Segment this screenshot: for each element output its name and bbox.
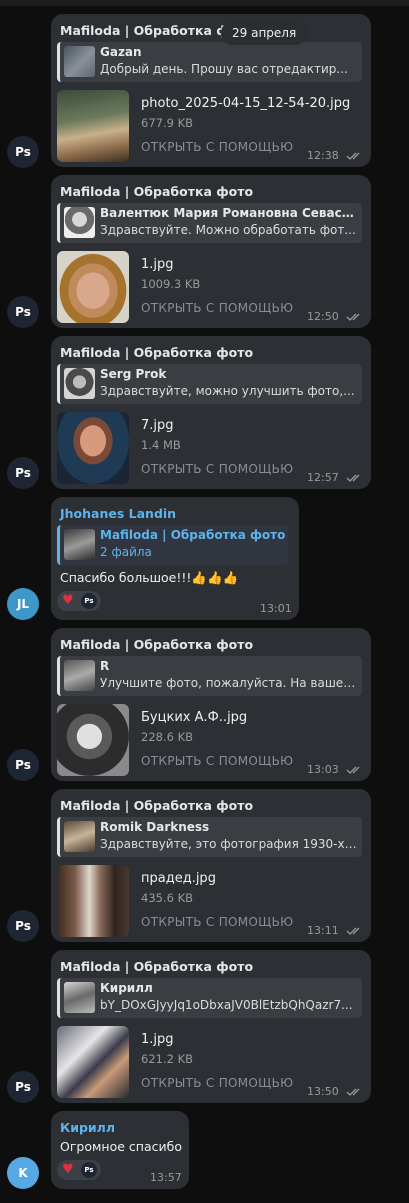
read-ticks-icon — [346, 152, 360, 160]
file-name[interactable]: 1.jpg — [141, 257, 174, 272]
reply-author: Serg Prok — [100, 367, 167, 381]
reply-text: Улучшите фото, пожалуйста. На ваше ... — [100, 676, 358, 690]
open-with-button[interactable]: ОТКРЫТЬ С ПОМОЩЬЮ — [141, 301, 293, 315]
read-ticks-icon — [346, 1088, 360, 1096]
read-ticks-icon — [346, 474, 360, 482]
reply-author: Кирилл — [100, 981, 153, 995]
file-thumbnail[interactable] — [57, 251, 129, 323]
reply-text: Здравствуйте. Можно обработать фот... — [100, 223, 356, 237]
message-text: Огромное спасибо — [60, 1139, 182, 1154]
file-name[interactable]: photo_2025-04-15_12-54-20.jpg — [141, 96, 350, 111]
reply-text: Добрый день. Прошу вас отредактир... — [100, 62, 348, 76]
reply-preview[interactable]: Romik Darkness Здравствуйте, это фотогра… — [57, 817, 362, 857]
reply-text: Здравствуйте, можно улучшить фото,... — [100, 384, 355, 398]
avatar[interactable]: Ps — [7, 749, 39, 781]
file-size: 677.9 KB — [141, 116, 194, 130]
reply-thumbnail — [64, 46, 95, 77]
reaction-avatar: Ps — [81, 1162, 97, 1178]
reaction-avatar: Ps — [81, 593, 97, 609]
sender-name[interactable]: Mafiloda | Обработка фото — [60, 798, 253, 813]
reply-preview[interactable]: Gazan Добрый день. Прошу вас отредактир.… — [57, 42, 362, 82]
sender-name[interactable]: Кирилл — [60, 1120, 115, 1135]
avatar[interactable]: JL — [7, 588, 39, 620]
message-time: 12:50 — [307, 310, 339, 323]
avatar[interactable]: Ps — [7, 457, 39, 489]
sender-name[interactable]: Jhohanes Landin — [60, 506, 176, 521]
file-size: 1009.3 KB — [141, 277, 201, 291]
file-thumbnail[interactable] — [57, 704, 129, 776]
file-thumbnail[interactable] — [57, 412, 129, 484]
message-time: 13:50 — [307, 1085, 339, 1098]
reply-text: Здравствуйте, это фотография 1930-х, ... — [100, 837, 358, 851]
reply-preview[interactable]: R Улучшите фото, пожалуйста. На ваше ... — [57, 656, 362, 696]
reply-text: bY_DOxGJyyJq1oDbxaJV0BlEtzbQhQazr7... — [100, 998, 353, 1012]
avatar[interactable]: K — [7, 1157, 39, 1189]
reply-thumbnail — [64, 821, 95, 852]
sender-name[interactable]: Mafiloda | Обработка фото — [60, 637, 253, 652]
message-time: 13:57 — [150, 1171, 182, 1184]
file-name[interactable]: Буцких А.Ф..jpg — [141, 710, 247, 725]
reply-preview[interactable]: Кирилл bY_DOxGJyyJq1oDbxaJV0BlEtzbQhQazr… — [57, 978, 362, 1018]
open-with-button[interactable]: ОТКРЫТЬ С ПОМОЩЬЮ — [141, 754, 293, 768]
open-with-button[interactable]: ОТКРЫТЬ С ПОМОЩЬЮ — [141, 462, 293, 476]
avatar[interactable]: Ps — [7, 1071, 39, 1103]
read-ticks-icon — [346, 313, 360, 321]
reply-author: Gazan — [100, 45, 142, 59]
message-time: 13:11 — [307, 924, 339, 937]
reply-thumbnail — [64, 529, 95, 560]
message-text: Спасибо большое!!!👍👍👍 — [60, 570, 239, 585]
file-size: 228.6 KB — [141, 730, 194, 744]
date-pill: 29 апреля — [221, 21, 308, 45]
message-time: 13:01 — [260, 602, 292, 615]
open-with-button[interactable]: ОТКРЫТЬ С ПОМОЩЬЮ — [141, 1076, 293, 1090]
open-with-button[interactable]: ОТКРЫТЬ С ПОМОЩЬЮ — [141, 140, 293, 154]
reply-preview[interactable]: Mafiloda | Обработка фото 2 файла — [57, 525, 288, 565]
file-thumbnail[interactable] — [57, 1026, 129, 1098]
message-time: 13:03 — [307, 763, 339, 776]
reply-author: Mafiloda | Обработка фото — [100, 528, 286, 542]
reply-preview[interactable]: Serg Prok Здравствуйте, можно улучшить ф… — [57, 364, 362, 404]
reply-author: R — [100, 659, 110, 673]
file-size: 1.4 MB — [141, 438, 181, 452]
avatar[interactable]: Ps — [7, 136, 39, 168]
open-with-button[interactable]: ОТКРЫТЬ С ПОМОЩЬЮ — [141, 915, 293, 929]
avatar[interactable]: Ps — [7, 910, 39, 942]
reply-thumbnail — [64, 660, 95, 691]
reply-author: Romik Darkness — [100, 820, 210, 834]
reply-thumbnail — [64, 207, 95, 238]
message-time: 12:57 — [307, 471, 339, 484]
file-thumbnail[interactable] — [57, 865, 129, 937]
read-ticks-icon — [346, 927, 360, 935]
avatar[interactable]: Ps — [7, 296, 39, 328]
file-name[interactable]: 1.jpg — [141, 1032, 174, 1047]
heart-icon: ♥ — [62, 593, 74, 608]
sender-name[interactable]: Mafiloda | Обработка фото — [60, 959, 253, 974]
file-thumbnail[interactable] — [57, 90, 129, 162]
file-name[interactable]: 7.jpg — [141, 418, 174, 433]
reply-author: Валентюк Мария Романовна Севаст... — [100, 206, 358, 220]
reaction[interactable]: ♥ Ps — [57, 591, 101, 611]
sender-name[interactable]: Mafiloda | Обработка фото — [60, 184, 253, 199]
heart-icon: ♥ — [62, 1162, 74, 1177]
reply-preview[interactable]: Валентюк Мария Романовна Севаст... Здрав… — [57, 203, 362, 243]
file-name[interactable]: прадед.jpg — [141, 871, 216, 886]
reply-thumbnail — [64, 982, 95, 1013]
file-size: 435.6 KB — [141, 891, 194, 905]
reply-text: 2 файла — [100, 545, 152, 559]
read-ticks-icon — [346, 766, 360, 774]
file-size: 621.2 KB — [141, 1052, 194, 1066]
reply-thumbnail — [64, 368, 95, 399]
reaction[interactable]: ♥ Ps — [57, 1160, 101, 1180]
top-strip — [0, 0, 409, 6]
sender-name[interactable]: Mafiloda | Обработка фото — [60, 345, 253, 360]
message-time: 12:38 — [307, 149, 339, 162]
